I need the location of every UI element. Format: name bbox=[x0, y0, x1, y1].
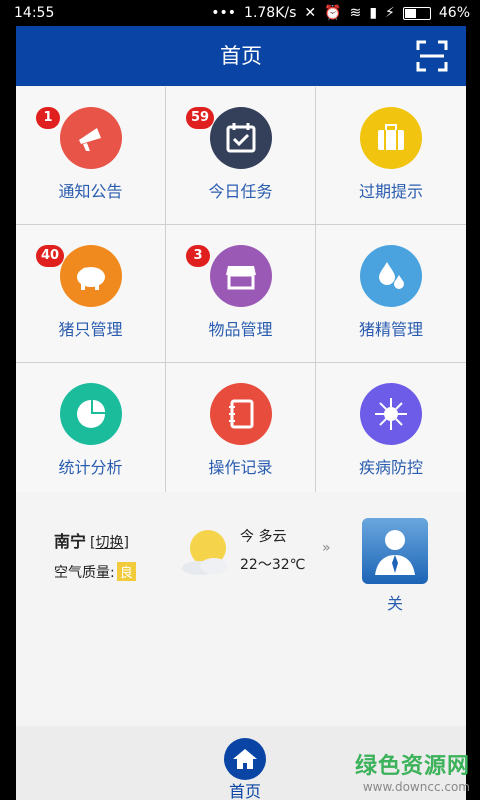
grid-item-semen[interactable]: 猪精管理 bbox=[316, 225, 466, 363]
grid-item-label: 操作记录 bbox=[208, 458, 273, 477]
air-quality: 空气质量: 良 bbox=[54, 562, 136, 582]
air-quality-badge: 良 bbox=[116, 562, 136, 581]
shop-icon bbox=[210, 245, 272, 307]
alarm-icon: ⏰ bbox=[324, 5, 342, 21]
air-quality-label: 空气质量: bbox=[54, 565, 115, 581]
grid-item-label: 过期提示 bbox=[358, 182, 423, 201]
app-screen: 首页 1 通知公告 59 今日任务 过期提示 40 猪只管理 3 物品管理 猪精… bbox=[16, 26, 466, 800]
user-avatar[interactable] bbox=[362, 518, 428, 584]
grid-item-notice[interactable]: 1 通知公告 bbox=[16, 87, 166, 225]
status-icons: ••• 1.78K/s ✕ ⏰ ≋ ▮ ⚡ 46% bbox=[211, 0, 470, 26]
status-bar: 14:55 ••• 1.78K/s ✕ ⏰ ≋ ▮ ⚡ 46% bbox=[0, 0, 480, 26]
wifi-icon: ≋ bbox=[349, 5, 362, 21]
city-label: 南宁 [切换] bbox=[54, 528, 129, 552]
grid-item-label: 统计分析 bbox=[58, 458, 123, 477]
watermark: 绿色资源网 www.downcc.com bbox=[355, 748, 470, 794]
notice-badge: 1 bbox=[36, 107, 60, 129]
more-dots-icon: ••• bbox=[211, 5, 237, 21]
grid-item-records[interactable]: 操作记录 bbox=[166, 363, 316, 501]
task-badge: 59 bbox=[186, 107, 215, 129]
briefcase-icon bbox=[360, 107, 422, 169]
status-time: 14:55 bbox=[14, 5, 55, 21]
grid-item-expire[interactable]: 过期提示 bbox=[316, 87, 466, 225]
charging-icon: ⚡ bbox=[385, 5, 395, 21]
battery-percent: 46% bbox=[438, 5, 470, 21]
notebook-icon bbox=[210, 383, 272, 445]
piggy-bank-icon bbox=[60, 245, 122, 307]
switch-city-link[interactable]: [切换] bbox=[90, 535, 129, 551]
net-speed: 1.78K/s bbox=[244, 5, 297, 21]
watermark-line1: 绿色资源网 bbox=[354, 754, 470, 779]
grid-item-stats[interactable]: 统计分析 bbox=[16, 363, 166, 501]
grid-item-label: 物品管理 bbox=[208, 320, 273, 339]
vibrate-icon: ✕ bbox=[304, 5, 317, 21]
user-label[interactable]: 关 bbox=[362, 590, 428, 614]
home-icon[interactable] bbox=[224, 738, 266, 780]
grid-item-disease[interactable]: 疾病防控 bbox=[316, 363, 466, 501]
scan-icon[interactable] bbox=[416, 40, 448, 72]
pig-badge: 40 bbox=[36, 245, 65, 267]
grid-item-label: 今日任务 bbox=[208, 182, 273, 201]
function-grid: 1 通知公告 59 今日任务 过期提示 40 猪只管理 3 物品管理 猪精管理 … bbox=[16, 87, 466, 501]
megaphone-icon bbox=[60, 107, 122, 169]
weather-today: 今 多云 bbox=[240, 529, 287, 545]
grid-item-label: 通知公告 bbox=[58, 182, 123, 201]
city-name: 南宁 bbox=[54, 532, 87, 551]
cloudy-weather-icon bbox=[182, 530, 228, 575]
page-title: 首页 bbox=[220, 44, 262, 68]
battery-icon bbox=[402, 6, 431, 20]
top-bar: 首页 bbox=[16, 26, 466, 86]
grid-item-goods[interactable]: 3 物品管理 bbox=[166, 225, 316, 363]
more-arrow-icon[interactable]: » bbox=[322, 540, 331, 556]
grid-item-label: 疾病防控 bbox=[358, 458, 423, 477]
goods-badge: 3 bbox=[186, 245, 210, 267]
weather-temp: 22～32℃ bbox=[240, 557, 306, 573]
watermark-line2: www.downcc.com bbox=[362, 780, 470, 794]
pie-chart-icon bbox=[60, 383, 122, 445]
virus-icon bbox=[360, 383, 422, 445]
calendar-check-icon bbox=[210, 107, 272, 169]
signal-icon: ▮ bbox=[369, 5, 378, 21]
drops-icon bbox=[360, 245, 422, 307]
grid-item-label: 猪精管理 bbox=[358, 320, 423, 339]
grid-item-label: 猪只管理 bbox=[58, 320, 123, 339]
grid-item-pig[interactable]: 40 猪只管理 bbox=[16, 225, 166, 363]
grid-item-today-task[interactable]: 59 今日任务 bbox=[166, 87, 316, 225]
home-tab-label[interactable]: 首页 bbox=[216, 778, 274, 800]
weather-panel: 南宁 [切换] 空气质量: 良 今 多云 22～32℃ » 关 bbox=[16, 492, 466, 726]
